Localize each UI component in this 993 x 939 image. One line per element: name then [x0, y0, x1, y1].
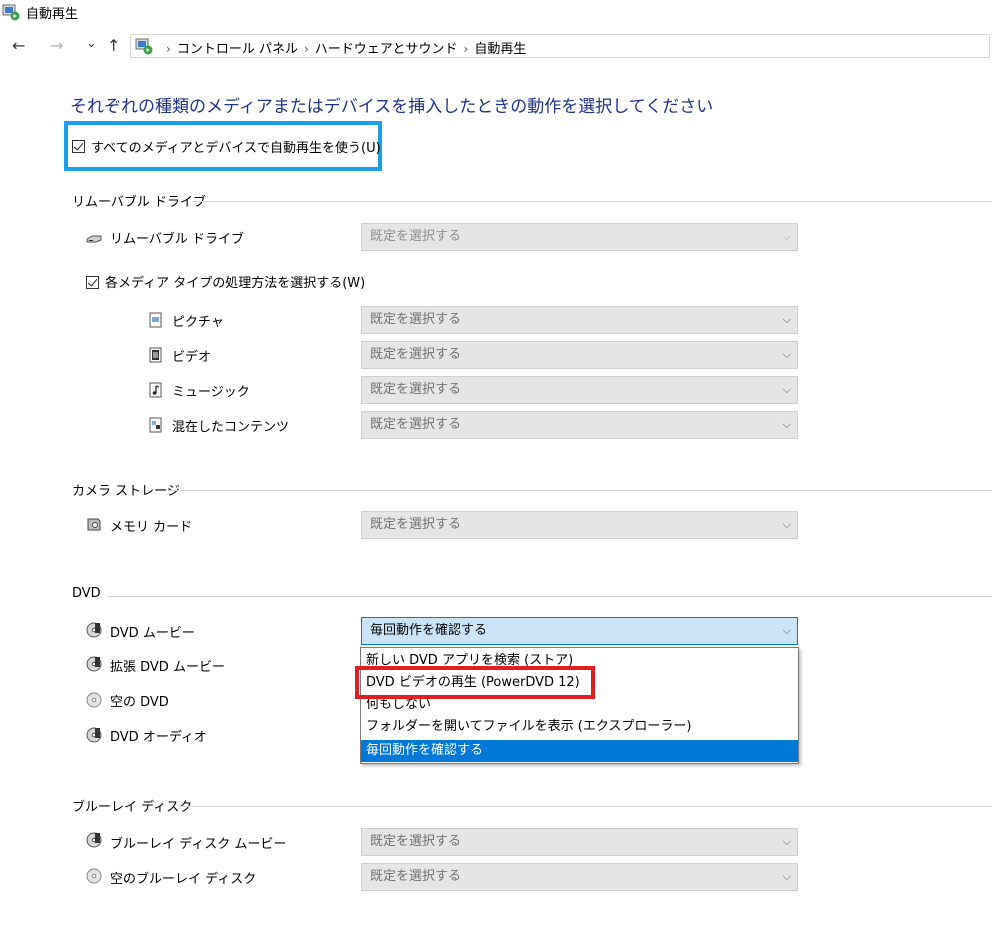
select-value: 既定を選択する — [370, 834, 462, 849]
section-dvd: DVD — [72, 586, 101, 601]
window-icon — [2, 3, 20, 25]
chevron-down-icon: ⌵ — [782, 518, 791, 531]
section-removable: リムーバブル ドライブ — [72, 195, 207, 210]
breadcrumb: › コントロール パネル › ハードウェアとサウンド › 自動再生 — [160, 38, 526, 57]
mixed-content-icon — [149, 417, 162, 433]
bluray-movie-label: ブルーレイ ディスク ムービー — [110, 837, 287, 852]
blank-dvd-icon — [86, 692, 102, 708]
chevron-down-icon: ⌵ — [782, 624, 791, 637]
select-value: 既定を選択する — [370, 382, 462, 397]
select-value: 既定を選択する — [370, 229, 462, 244]
chevron-down-icon: ⌵ — [782, 418, 791, 431]
select-value: 既定を選択する — [370, 312, 462, 327]
removable-drive-select[interactable]: 既定を選択する ⌵ — [361, 223, 798, 251]
enhanced-dvd-icon — [86, 656, 102, 672]
dvd-movie-select[interactable]: 毎回動作を確認する ⌵ — [361, 617, 798, 645]
removable-drive-icon — [86, 235, 102, 243]
window-title: 自動再生 — [26, 7, 79, 22]
picture-label: ピクチャ — [172, 315, 224, 330]
option-ask-every-time[interactable]: 毎回動作を確認する — [361, 740, 798, 762]
bluray-movie-icon — [86, 832, 102, 848]
memory-card-icon — [87, 518, 101, 531]
section-divider — [180, 806, 992, 807]
bluray-movie-select[interactable]: 既定を選択する ⌵ — [361, 828, 798, 856]
breadcrumb-control-panel[interactable]: コントロール パネル — [177, 42, 298, 57]
dvd-audio-label: DVD オーディオ — [110, 730, 207, 745]
use-autoplay-checkbox[interactable] — [72, 140, 85, 153]
up-icon[interactable]: ↑ — [107, 36, 120, 56]
memory-card-select[interactable]: 既定を選択する ⌵ — [361, 511, 798, 539]
option-open-folder[interactable]: フォルダーを開いてファイルを表示 (エクスプローラー) — [361, 716, 798, 738]
highlight-box-red — [355, 666, 595, 699]
breadcrumb-hardware-sound[interactable]: ハードウェアとサウンド — [315, 42, 458, 57]
recent-locations-icon[interactable]: ⌄ — [86, 34, 97, 54]
section-divider — [168, 490, 992, 491]
video-select[interactable]: 既定を選択する ⌵ — [361, 341, 798, 369]
mixed-content-label: 混在したコンテンツ — [172, 420, 290, 435]
blank-bluray-icon — [86, 868, 102, 884]
breadcrumb-autoplay[interactable]: 自動再生 — [474, 42, 526, 57]
removable-drive-label: リムーバブル ドライブ — [110, 232, 245, 247]
dvd-movie-label: DVD ムービー — [110, 626, 195, 641]
section-bluray: ブルーレイ ディスク — [72, 800, 193, 815]
page-title: それぞれの種類のメディアまたはデバイスを挿入したときの動作を選択してください — [70, 97, 714, 117]
breadcrumb-separator: › — [303, 42, 309, 56]
per-media-label[interactable]: 各メディア タイプの処理方法を選択する(W) — [105, 272, 365, 291]
select-value: 毎回動作を確認する — [370, 623, 488, 638]
select-value: 既定を選択する — [370, 517, 462, 532]
chevron-down-icon: ⌵ — [782, 348, 791, 361]
breadcrumb-separator: › — [166, 42, 171, 56]
music-label: ミュージック — [172, 385, 250, 400]
music-icon — [149, 382, 162, 398]
back-icon[interactable]: ← — [12, 36, 25, 56]
chevron-down-icon: ⌵ — [782, 230, 791, 243]
picture-icon — [149, 312, 162, 328]
forward-icon[interactable]: → — [50, 36, 63, 56]
chevron-down-icon: ⌵ — [782, 313, 791, 326]
section-divider — [192, 201, 992, 202]
memory-card-label: メモリ カード — [110, 520, 193, 535]
breadcrumb-separator: › — [463, 42, 469, 56]
video-icon — [149, 347, 162, 363]
dvd-audio-icon — [86, 727, 102, 743]
chevron-down-icon: ⌵ — [782, 383, 791, 396]
picture-select[interactable]: 既定を選択する ⌵ — [361, 306, 798, 334]
control-panel-icon — [135, 37, 153, 59]
use-autoplay-label[interactable]: すべてのメディアとデバイスで自動再生を使う(U) — [91, 137, 381, 156]
blank-bluray-label: 空のブルーレイ ディスク — [110, 872, 257, 887]
select-value: 既定を選択する — [370, 417, 462, 432]
chevron-down-icon: ⌵ — [782, 835, 791, 848]
select-value: 既定を選択する — [370, 347, 462, 362]
music-select[interactable]: 既定を選択する ⌵ — [361, 376, 798, 404]
dvd-movie-icon — [86, 622, 102, 638]
mixed-content-select[interactable]: 既定を選択する ⌵ — [361, 411, 798, 439]
section-divider — [108, 596, 992, 597]
chevron-down-icon: ⌵ — [782, 870, 791, 883]
enhanced-dvd-label: 拡張 DVD ムービー — [110, 660, 225, 675]
select-value: 既定を選択する — [370, 869, 462, 884]
dvd-movie-dropdown-list: 新しい DVD アプリを検索 (ストア) DVD ビデオの再生 (PowerDV… — [360, 647, 799, 764]
per-media-checkbox[interactable] — [86, 276, 99, 289]
blank-bluray-select[interactable]: 既定を選択する ⌵ — [361, 863, 798, 891]
section-camera: カメラ ストレージ — [72, 484, 180, 499]
video-label: ビデオ — [172, 350, 212, 365]
blank-dvd-label: 空の DVD — [110, 695, 169, 710]
